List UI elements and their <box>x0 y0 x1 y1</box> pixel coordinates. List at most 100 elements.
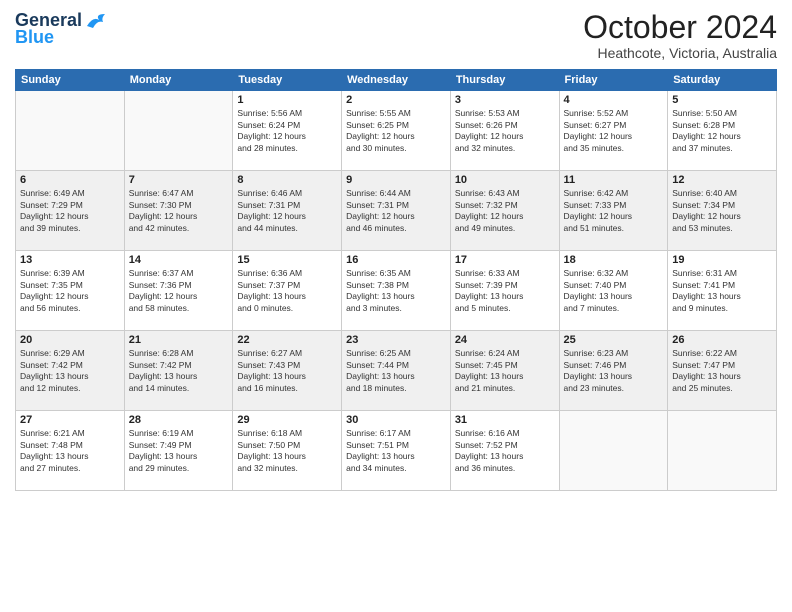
table-cell: 10 Sunrise: 6:43 AMSunset: 7:32 PMDayligh… <box>450 171 559 251</box>
day-info: Sunrise: 6:29 AMSunset: 7:42 PMDaylight:… <box>20 348 120 394</box>
day-info-line: and 25 minutes. <box>672 383 732 393</box>
calendar-page: General Blue October 2024 Heathcote, Vic… <box>0 0 792 612</box>
day-number: 20 <box>20 334 120 346</box>
day-info-line: Daylight: 13 hours <box>564 291 633 301</box>
col-friday: Friday <box>559 70 668 91</box>
day-info-line: and 58 minutes. <box>129 303 189 313</box>
day-number: 18 <box>564 254 664 266</box>
day-info-line: Sunset: 7:30 PM <box>129 200 192 210</box>
day-info-line: Sunset: 7:37 PM <box>237 280 300 290</box>
day-info: Sunrise: 6:18 AMSunset: 7:50 PMDaylight:… <box>237 428 337 474</box>
table-cell: 20 Sunrise: 6:29 AMSunset: 7:42 PMDayligh… <box>16 331 125 411</box>
table-cell: 26Sunrise: 6:22 AMSunset: 7:47 PMDayligh… <box>668 331 777 411</box>
day-info: Sunrise: 6:47 AM Sunset: 7:30 PMDaylight:… <box>129 188 229 234</box>
day-info-line: Sunrise: 6:17 AM <box>346 428 411 438</box>
day-info-line: Sunset: 6:26 PM <box>455 120 518 130</box>
day-info-line: Daylight: 13 hours <box>20 451 89 461</box>
calendar-row: 6Sunrise: 6:49 AMSunset: 7:29 PMDaylight… <box>16 171 777 251</box>
day-info-line: Sunset: 7:39 PM <box>455 280 518 290</box>
day-info-line: Sunset: 7:32 PM <box>455 200 518 210</box>
day-info-line: and 14 minutes. <box>129 383 189 393</box>
table-cell: 12Sunrise: 6:40 AMSunset: 7:34 PMDayligh… <box>668 171 777 251</box>
day-info: Sunrise: 5:53 AMSunset: 6:26 PMDaylight:… <box>455 108 555 154</box>
day-info-line: Daylight: 13 hours <box>455 291 524 301</box>
day-info-line: and 34 minutes. <box>346 463 406 473</box>
day-info-line: Daylight: 13 hours <box>672 371 741 381</box>
table-cell: 21 Sunrise: 6:28 AMSunset: 7:42 PMDayligh… <box>124 331 233 411</box>
day-info-line: Daylight: 13 hours <box>346 291 415 301</box>
logo: General Blue <box>15 10 107 48</box>
day-info-line: Daylight: 12 hours <box>237 211 306 221</box>
day-number: 13 <box>20 254 120 266</box>
table-cell <box>16 91 125 171</box>
day-info-line: Daylight: 13 hours <box>346 371 415 381</box>
day-info-line: Sunrise: 6:22 AM <box>672 348 737 358</box>
day-info-line: and 23 minutes. <box>564 383 624 393</box>
day-number: 1 <box>237 94 337 106</box>
day-info-line: and 21 minutes. <box>455 383 515 393</box>
day-info: Sunrise: 5:56 AMSunset: 6:24 PMDaylight:… <box>237 108 337 154</box>
day-info-line: and 9 minutes. <box>672 303 728 313</box>
day-info-line: Sunset: 7:49 PM <box>129 440 192 450</box>
day-info-line: and 12 minutes. <box>20 383 80 393</box>
calendar-table: Sunday Monday Tuesday Wednesday Thursday… <box>15 69 777 491</box>
table-cell: 9Sunrise: 6:44 AMSunset: 7:31 PMDaylight… <box>342 171 451 251</box>
day-number: 7 <box>129 174 229 186</box>
day-info-line: and 7 minutes. <box>564 303 620 313</box>
day-info-line: Daylight: 13 hours <box>237 371 306 381</box>
table-cell: 11Sunrise: 6:42 AMSunset: 7:33 PMDayligh… <box>559 171 668 251</box>
day-info: Sunrise: 6:31 AMSunset: 7:41 PMDaylight:… <box>672 268 772 314</box>
day-number: 10 <box>455 174 555 186</box>
day-info-line: Sunrise: 6:33 AM <box>455 268 520 278</box>
header: General Blue October 2024 Heathcote, Vic… <box>15 10 777 61</box>
day-info-line: Sunrise: 6:47 AM <box>129 188 194 198</box>
day-number: 19 <box>672 254 772 266</box>
day-info-line: Daylight: 12 hours <box>455 131 524 141</box>
day-info-line: Daylight: 13 hours <box>564 371 633 381</box>
day-info: Sunrise: 5:50 AMSunset: 6:28 PMDaylight:… <box>672 108 772 154</box>
day-info-line: Daylight: 12 hours <box>20 291 89 301</box>
day-info-line: Daylight: 12 hours <box>129 211 198 221</box>
table-cell: 17Sunrise: 6:33 AMSunset: 7:39 PMDayligh… <box>450 251 559 331</box>
day-number: 30 <box>346 414 446 426</box>
day-info-line: and 30 minutes. <box>346 143 406 153</box>
day-info-line: and 39 minutes. <box>20 223 80 233</box>
day-info-line: and 49 minutes. <box>455 223 515 233</box>
day-info-line: Sunrise: 6:25 AM <box>346 348 411 358</box>
day-number: 21 <box>129 334 229 346</box>
day-info: Sunrise: 6:36 AMSunset: 7:37 PMDaylight:… <box>237 268 337 314</box>
day-info-line: Daylight: 13 hours <box>129 451 198 461</box>
day-info-line: Sunset: 7:46 PM <box>564 360 627 370</box>
day-info-line: and 5 minutes. <box>455 303 511 313</box>
day-info: Sunrise: 5:55 AMSunset: 6:25 PMDaylight:… <box>346 108 446 154</box>
table-cell: 1 Sunrise: 5:56 AMSunset: 6:24 PMDaylight… <box>233 91 342 171</box>
day-info-line: Sunrise: 5:50 AM <box>672 108 737 118</box>
day-info: Sunrise: 6:43 AMSunset: 7:32 PMDaylight:… <box>455 188 555 234</box>
day-info: Sunrise: 6:37 AMSunset: 7:36 PMDaylight:… <box>129 268 229 314</box>
day-info: Sunrise: 6:17 AMSunset: 7:51 PMDaylight:… <box>346 428 446 474</box>
day-info-line: Sunset: 7:45 PM <box>455 360 518 370</box>
day-info-line: and 32 minutes. <box>237 463 297 473</box>
table-cell <box>559 411 668 491</box>
table-cell: 3Sunrise: 5:53 AMSunset: 6:26 PMDaylight… <box>450 91 559 171</box>
day-info: Sunrise: 6:28 AMSunset: 7:42 PMDaylight:… <box>129 348 229 394</box>
logo-blue: Blue <box>15 27 54 48</box>
day-number: 23 <box>346 334 446 346</box>
day-info-line: Daylight: 12 hours <box>346 131 415 141</box>
day-info-line: Sunset: 7:41 PM <box>672 280 735 290</box>
day-info: Sunrise: 6:27 AMSunset: 7:43 PMDaylight:… <box>237 348 337 394</box>
day-number: 26 <box>672 334 772 346</box>
day-info: Sunrise: 6:21 AMSunset: 7:48 PMDaylight:… <box>20 428 120 474</box>
day-info-line: and 35 minutes. <box>564 143 624 153</box>
day-info: Sunrise: 6:40 AMSunset: 7:34 PMDaylight:… <box>672 188 772 234</box>
day-number: 29 <box>237 414 337 426</box>
day-info-line: Sunset: 6:24 PM <box>237 120 300 130</box>
table-cell: 4Sunrise: 5:52 AMSunset: 6:27 PMDaylight… <box>559 91 668 171</box>
day-number: 25 <box>564 334 664 346</box>
month-title: October 2024 <box>583 10 777 45</box>
day-info-line: Sunset: 7:42 PM <box>20 360 83 370</box>
day-info: Sunrise: 6:39 AMSunset: 7:35 PMDaylight:… <box>20 268 120 314</box>
table-cell: 2Sunrise: 5:55 AMSunset: 6:25 PMDaylight… <box>342 91 451 171</box>
day-number: 6 <box>20 174 120 186</box>
table-cell: 13 Sunrise: 6:39 AMSunset: 7:35 PMDayligh… <box>16 251 125 331</box>
